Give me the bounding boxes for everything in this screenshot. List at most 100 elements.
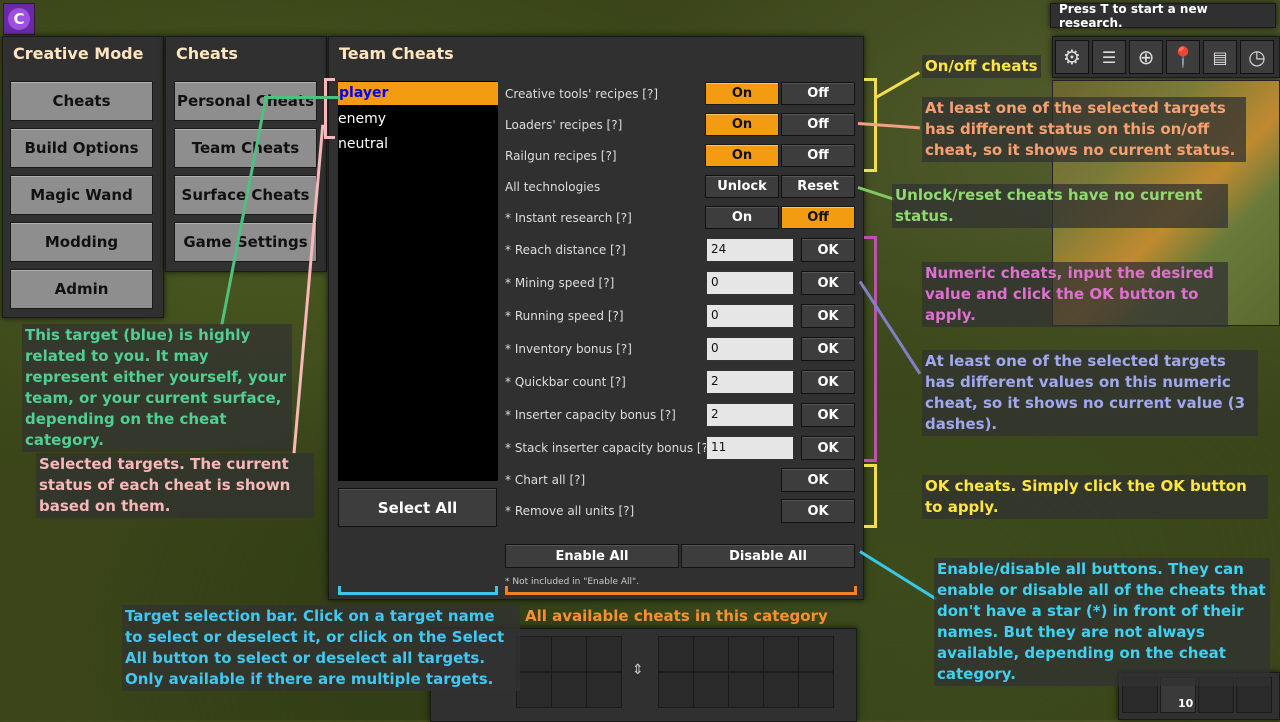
cheat-label-quickbar-count: * Quickbar count [?] — [505, 375, 626, 389]
target-bar-underline — [338, 586, 498, 595]
annotation-mixed-value: At least one of the selected targets has… — [922, 350, 1258, 436]
running-speed-ok-button[interactable]: OK — [801, 304, 855, 328]
remove-all-units-ok-button[interactable]: OK — [781, 499, 855, 523]
technologies-reset-button[interactable]: Reset — [781, 175, 855, 198]
select-all-button[interactable]: Select All — [338, 488, 497, 527]
reach-distance-input[interactable]: 24 — [706, 238, 794, 262]
quickbar-slot[interactable] — [728, 636, 764, 672]
train-icon[interactable]: ▤ — [1203, 40, 1237, 74]
creative-tools-recipes-off-button[interactable]: Off — [781, 82, 855, 105]
annotation-unlock-reset: Unlock/reset cheats have no current stat… — [892, 184, 1228, 228]
team-cheats-button[interactable]: Team Cheats — [174, 128, 317, 168]
quickbar-slot[interactable] — [551, 672, 587, 708]
cheat-label-loaders-recipes: Loaders' recipes [?] — [505, 118, 623, 132]
quickbar-slot[interactable] — [658, 672, 694, 708]
quickbar-count-ok-button[interactable]: OK — [801, 370, 855, 394]
selected-targets-bracket — [324, 78, 335, 139]
quickbar-slot[interactable] — [693, 672, 729, 708]
mining-speed-input[interactable]: 0 — [706, 271, 794, 295]
personal-cheats-button[interactable]: Personal Cheats — [174, 81, 317, 121]
ammo-count: 10 — [1178, 697, 1194, 710]
numeric-bracket — [864, 236, 877, 462]
pointer-line — [859, 550, 938, 601]
loaders-recipes-off-button[interactable]: Off — [781, 113, 855, 136]
inventory-bonus-input[interactable]: 0 — [706, 337, 794, 361]
quickbar-slot[interactable] — [658, 636, 694, 672]
all-cheats-underline — [505, 586, 857, 595]
creative-mode-icon[interactable]: C — [3, 3, 35, 35]
cheat-label-railgun-recipes: Railgun recipes [?] — [505, 149, 617, 163]
railgun-recipes-off-button[interactable]: Off — [781, 144, 855, 167]
map-pin-icon[interactable]: 📍 — [1166, 40, 1200, 74]
annotation-numeric: Numeric cheats, input the desired value … — [922, 262, 1228, 327]
quickbar-slot[interactable] — [798, 672, 834, 708]
cheat-label-reach-distance: * Reach distance [?] — [505, 243, 626, 257]
disable-all-button[interactable]: Disable All — [681, 544, 855, 568]
quickbar-slot[interactable] — [586, 672, 622, 708]
running-speed-input[interactable]: 0 — [706, 304, 794, 328]
gear-icon[interactable]: ⚙ — [1055, 40, 1089, 74]
inventory-bonus-ok-button[interactable]: OK — [801, 337, 855, 361]
cheat-label-inventory-bonus: * Inventory bonus [?] — [505, 342, 632, 356]
instant-research-off-button[interactable]: Off — [781, 206, 855, 229]
quickbar-slot[interactable] — [551, 636, 587, 672]
add-circle-icon[interactable]: ⊕ — [1129, 40, 1163, 74]
chart-all-ok-button[interactable]: OK — [781, 468, 855, 492]
annotation-ok-cheats: OK cheats. Simply click the OK button to… — [922, 475, 1268, 519]
target-player[interactable]: player — [338, 82, 498, 105]
cheat-label-creative-tools-recipes: Creative tools' recipes [?] — [505, 87, 658, 101]
cheat-label-chart-all: * Chart all [?] — [505, 473, 586, 487]
quickbar-slot[interactable] — [693, 636, 729, 672]
target-neutral[interactable]: neutral — [338, 133, 498, 156]
quickbar-slot[interactable] — [516, 672, 552, 708]
quickbar-slot[interactable] — [516, 636, 552, 672]
instant-research-on-button[interactable]: On — [705, 206, 779, 229]
clock-icon[interactable]: ◷ — [1240, 40, 1274, 74]
railgun-recipes-on-button[interactable]: On — [705, 144, 779, 167]
quickbar-slot[interactable] — [763, 636, 799, 672]
quickbar-slot[interactable] — [798, 636, 834, 672]
cheat-label-stack-inserter-capacity-bonus: * Stack inserter capacity bonus [?] — [505, 441, 713, 455]
cheats-title: Cheats — [176, 44, 238, 63]
cheat-label-all-technologies: All technologies — [505, 180, 601, 194]
annotation-selected-targets: Selected targets. The current status of … — [36, 453, 314, 518]
cheat-label-running-speed: * Running speed [?] — [505, 309, 624, 323]
ok-bracket — [864, 464, 877, 528]
enable-all-button[interactable]: Enable All — [505, 544, 679, 568]
build-options-button[interactable]: Build Options — [10, 128, 153, 168]
annotation-all-cheats: All available cheats in this category — [525, 607, 828, 625]
quickbar-slot[interactable] — [763, 672, 799, 708]
inserter-capacity-bonus-ok-button[interactable]: OK — [801, 403, 855, 427]
annotation-target-bar: Target selection bar. Click on a target … — [122, 605, 520, 691]
stack-inserter-capacity-bonus-ok-button[interactable]: OK — [801, 436, 855, 460]
team-cheats-title: Team Cheats — [339, 44, 454, 63]
pointer-line — [264, 96, 340, 99]
annotation-onoff: On/off cheats — [922, 55, 1041, 78]
creative-tools-recipes-on-button[interactable]: On — [705, 82, 779, 105]
quickbar-slot[interactable] — [586, 636, 622, 672]
production-stats-icon[interactable]: ☰ — [1092, 40, 1126, 74]
quickbar-swap-icon[interactable]: ⇕ — [632, 662, 644, 678]
stack-inserter-capacity-bonus-input[interactable]: 11 — [706, 436, 794, 460]
magic-wand-button[interactable]: Magic Wand — [10, 175, 153, 215]
pointer-line — [875, 71, 921, 99]
modding-button[interactable]: Modding — [10, 222, 153, 262]
cheat-label-mining-speed: * Mining speed [?] — [505, 276, 615, 290]
mining-speed-ok-button[interactable]: OK — [801, 271, 855, 295]
admin-button[interactable]: Admin — [10, 269, 153, 309]
mod-icon-letter: C — [8, 8, 30, 30]
loaders-recipes-on-button[interactable]: On — [705, 113, 779, 136]
technologies-unlock-button[interactable]: Unlock — [705, 175, 779, 198]
quickbar-slot[interactable] — [728, 672, 764, 708]
cheat-label-inserter-capacity-bonus: * Inserter capacity bonus [?] — [505, 408, 676, 422]
target-enemy[interactable]: enemy — [338, 108, 498, 131]
reach-distance-ok-button[interactable]: OK — [801, 238, 855, 262]
creative-mode-title: Creative Mode — [13, 44, 144, 63]
inserter-capacity-bonus-input[interactable]: 2 — [706, 403, 794, 427]
annotation-enable-disable: Enable/disable all buttons. They can ena… — [934, 558, 1270, 686]
quickbar-count-input[interactable]: 2 — [706, 370, 794, 394]
annotation-mixed-status: At least one of the selected targets has… — [922, 97, 1246, 162]
research-hint: Press T to start a new research. — [1050, 2, 1276, 30]
cheats-button[interactable]: Cheats — [10, 81, 153, 121]
game-settings-button[interactable]: Game Settings — [174, 222, 317, 262]
